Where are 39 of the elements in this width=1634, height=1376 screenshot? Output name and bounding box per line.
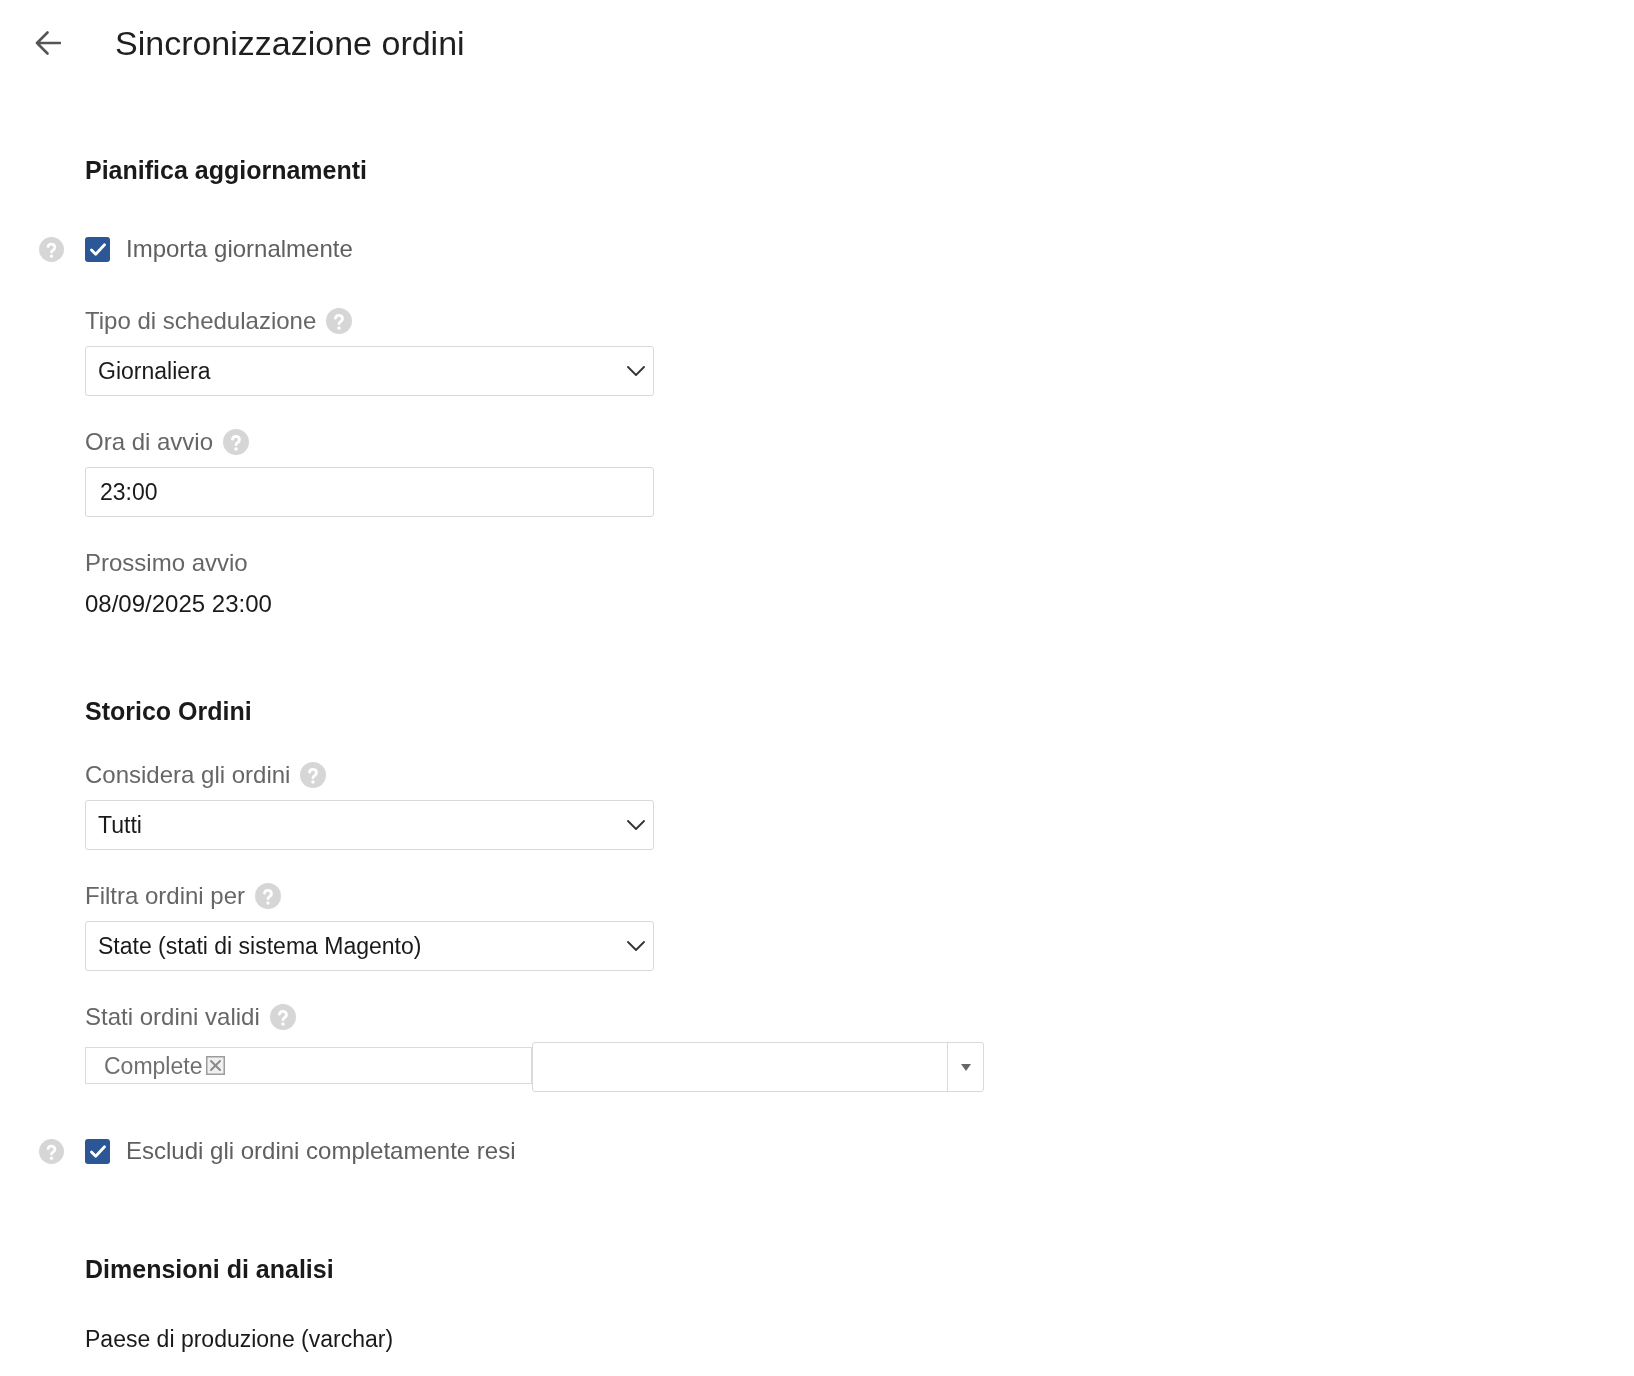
help-icon[interactable] bbox=[255, 883, 282, 909]
dropdown-field[interactable] bbox=[532, 1042, 984, 1092]
checkbox[interactable] bbox=[85, 1138, 110, 1164]
checkbox-label: Importa giornalmente bbox=[126, 236, 353, 262]
select-field[interactable]: Giornaliera bbox=[85, 346, 654, 396]
checkmark-icon bbox=[89, 1144, 106, 1158]
section-heading: Storico Ordini bbox=[85, 697, 252, 725]
select-field[interactable]: Tutti bbox=[85, 800, 654, 850]
help-icon[interactable] bbox=[39, 1138, 64, 1164]
time-input[interactable]: 23:00 bbox=[85, 467, 654, 517]
field-label: Considera gli ordini bbox=[85, 762, 291, 788]
checkmark-icon bbox=[89, 242, 106, 256]
checkbox[interactable] bbox=[85, 236, 110, 262]
help-icon[interactable] bbox=[223, 429, 250, 455]
caret-down-icon bbox=[960, 1063, 971, 1071]
help-icon[interactable] bbox=[300, 762, 327, 788]
help-icon[interactable] bbox=[269, 1004, 296, 1030]
select-field[interactable]: State (stati di sistema Magento) bbox=[85, 921, 654, 971]
selected-tag: Complete bbox=[104, 1052, 203, 1079]
page-title: Sincronizzazione ordini bbox=[115, 23, 465, 63]
field-label: Ora di avvio bbox=[85, 429, 214, 455]
checkbox-label: Escludi gli ordini completamente resi bbox=[126, 1138, 516, 1164]
field-label: Prossimo avvio bbox=[85, 550, 248, 576]
chevron-down-icon bbox=[627, 820, 645, 830]
field-label: Stati ordini validi bbox=[85, 1004, 260, 1030]
remove-icon[interactable] bbox=[206, 1056, 226, 1075]
chevron-down-icon bbox=[627, 941, 645, 951]
help-icon[interactable] bbox=[326, 308, 353, 334]
arrow-left-icon bbox=[35, 31, 61, 55]
field-label: Filtra ordini per bbox=[85, 883, 246, 909]
help-icon[interactable] bbox=[39, 236, 64, 262]
chevron-down-icon bbox=[627, 366, 645, 376]
tags-field[interactable]: Complete bbox=[85, 1047, 532, 1084]
section-heading: Pianifica aggiornamenti bbox=[85, 156, 367, 184]
field-label: Tipo di schedulazione bbox=[85, 308, 317, 334]
section-heading: Dimensioni di analisi bbox=[85, 1255, 334, 1283]
back-button[interactable] bbox=[35, 31, 61, 55]
field-value: 08/09/2025 23:00 bbox=[85, 591, 272, 617]
dimension-label: Paese di produzione (varchar) bbox=[85, 1326, 394, 1352]
